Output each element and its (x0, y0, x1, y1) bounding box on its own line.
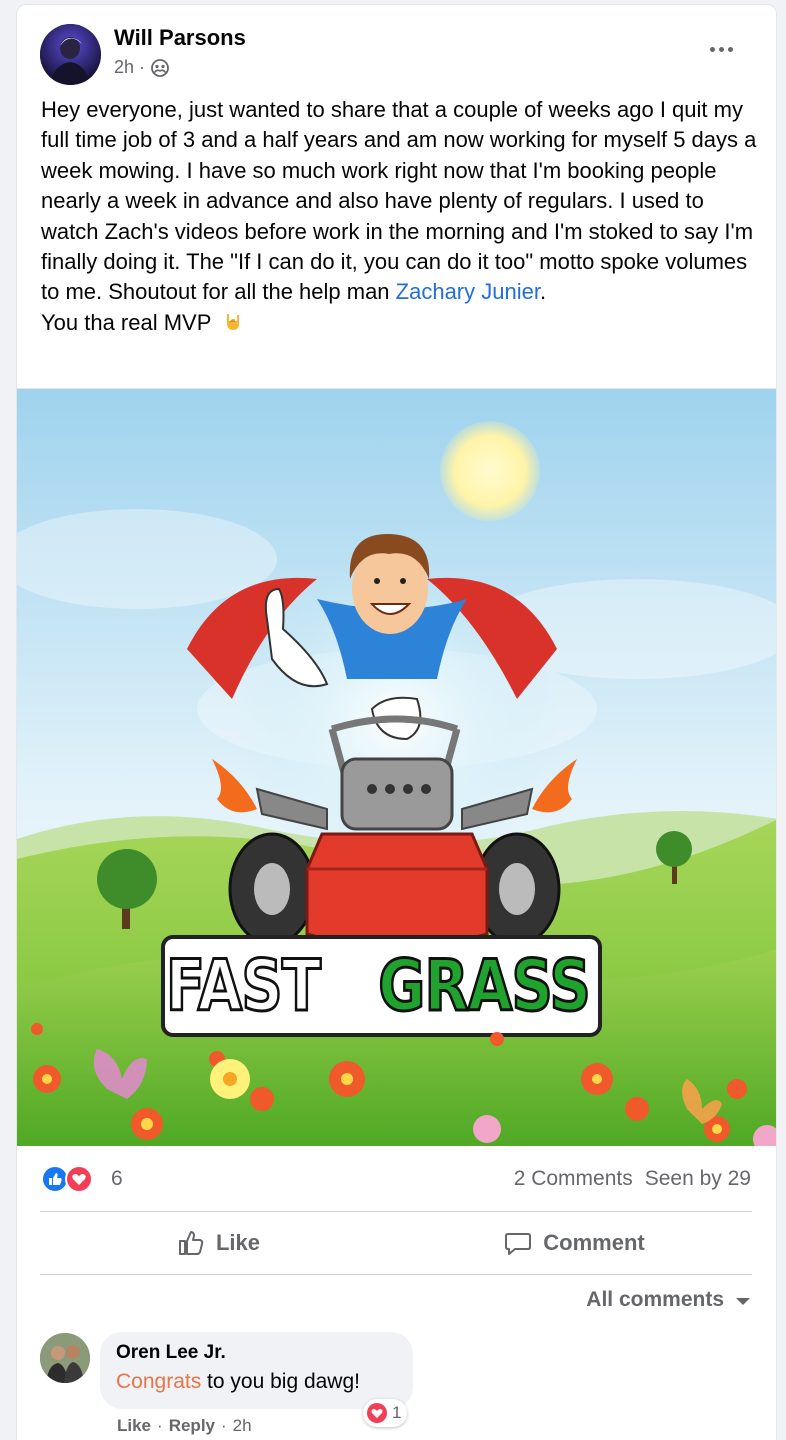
like-icon (41, 1165, 69, 1193)
author-avatar[interactable] (40, 24, 101, 85)
comments-filter[interactable]: All comments (586, 1288, 750, 1312)
like-label: Like (215, 1230, 261, 1255)
like-button[interactable]: Like (40, 1212, 396, 1274)
comment-reaction[interactable]: 1 (363, 1399, 408, 1427)
mention-link[interactable]: Zachary Junier (396, 279, 540, 304)
reactions-row: 6 2 Comments Seen by 29 (17, 1161, 776, 1197)
comment-like-button[interactable]: Like (117, 1416, 151, 1436)
post-text: Hey everyone, just wanted to share that … (41, 97, 757, 305)
thumbs-up-icon (178, 1231, 204, 1255)
comment-reaction-count: 1 (392, 1403, 402, 1422)
commenter-avatar[interactable] (40, 1333, 90, 1383)
post-card: Will Parsons 2h · Hey everyone, just wan… (16, 4, 777, 1440)
love-icon (367, 1403, 387, 1423)
comment-time[interactable]: 2h (233, 1416, 252, 1436)
comments-count[interactable]: 2 Comments (514, 1167, 633, 1191)
comment-reply-button[interactable]: Reply (169, 1416, 215, 1436)
rock-on-hand-icon (227, 313, 240, 330)
post-text-line2: You tha real MVP (41, 309, 212, 335)
commenter-name[interactable]: Oren Lee Jr. (116, 1342, 397, 1364)
comment-highlight: Congrats (116, 1370, 202, 1393)
reaction-icons[interactable] (41, 1165, 103, 1193)
comment: Oren Lee Jr. Congrats to you big dawg! 1… (40, 1332, 752, 1440)
post-meta: 2h · (114, 57, 170, 78)
reaction-count[interactable]: 6 (111, 1167, 123, 1191)
flowers-foreground (31, 1023, 776, 1146)
post-header: Will Parsons 2h · (17, 5, 776, 95)
comment-icon (505, 1233, 532, 1255)
comment-separator: · (157, 1416, 163, 1435)
author-name[interactable]: Will Parsons (114, 25, 246, 51)
dot-icon (718, 46, 724, 52)
post-image[interactable]: FAST GRASS (17, 388, 776, 1146)
post-time[interactable]: 2h (114, 57, 134, 78)
post-body: Hey everyone, just wanted to share that … (41, 95, 761, 338)
comment-text: Congrats to you big dawg! (116, 1370, 397, 1394)
comment-button[interactable]: Comment (396, 1212, 752, 1274)
comment-actions: Like · Reply · 2h (117, 1416, 252, 1436)
more-options-button[interactable] (704, 37, 738, 61)
meta-separator: · (139, 57, 146, 77)
comment-bubble: Oren Lee Jr. Congrats to you big dawg! (100, 1332, 413, 1409)
group-icon (151, 58, 169, 77)
divider (40, 1274, 752, 1275)
comment-label: Comment (543, 1230, 645, 1255)
love-icon (65, 1165, 93, 1193)
dot-icon (709, 46, 715, 52)
post-stats: 2 Comments Seen by 29 (514, 1167, 751, 1191)
seen-by[interactable]: Seen by 29 (645, 1167, 751, 1191)
comment-separator: · (221, 1416, 227, 1435)
comment-text-rest: to you big dawg! (201, 1370, 360, 1393)
post-actions: Like Comment (40, 1212, 752, 1274)
mention-suffix: . (539, 279, 547, 305)
caret-down-icon (736, 1298, 750, 1305)
comments-filter-label: All comments (586, 1288, 724, 1311)
dot-icon (727, 46, 733, 52)
